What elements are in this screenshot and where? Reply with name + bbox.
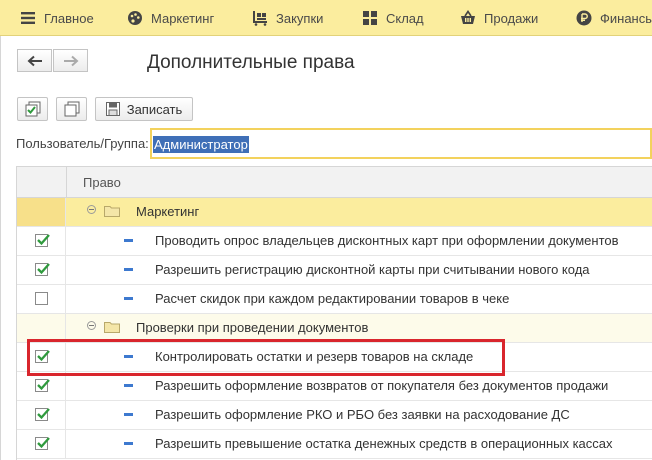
checkmark-icon: [37, 234, 50, 246]
menu-item-main[interactable]: Главное: [20, 0, 94, 36]
uncheck-all-button[interactable]: [56, 97, 87, 121]
top-menu-bar: Главное Маркетинг Закупки Склад Продажи …: [0, 0, 652, 36]
hamburger-icon: [20, 10, 36, 26]
right-item-icon: [124, 413, 133, 416]
column-header-right[interactable]: Право: [83, 175, 121, 190]
right-label: Проводить опрос владельцев дисконтных ка…: [155, 233, 619, 248]
menu-item-label: Продажи: [484, 10, 539, 26]
right-label: Разрешить оформление возвратов от покупа…: [155, 378, 609, 393]
user-group-value: Администратор: [153, 136, 249, 153]
right-item-icon: [124, 268, 133, 271]
uncheck-all-icon: [64, 101, 79, 117]
right-item-icon: [124, 297, 133, 300]
checkmark-icon: [37, 379, 50, 391]
back-button[interactable]: [17, 49, 52, 72]
checkbox-checked[interactable]: [35, 408, 50, 421]
right-label: Разрешить оформление РКО и РБО без заявк…: [155, 407, 570, 422]
arrow-left-icon: [27, 55, 42, 66]
menu-item-label: Склад: [386, 10, 424, 26]
group-label: Проверки при проведении документов: [136, 320, 369, 335]
menu-item-sales[interactable]: Продажи: [460, 0, 538, 36]
column-separator: [66, 167, 67, 198]
menu-item-marketing[interactable]: Маркетинг: [127, 0, 214, 36]
save-button-label: Записать: [126, 101, 183, 117]
right-label: Разрешить превышение остатка денежных ср…: [155, 436, 613, 451]
rights-table: Право Маркетинг Проводить опрос владельц…: [16, 166, 652, 460]
right-label: Расчет скидок при каждом редактировании …: [155, 291, 510, 306]
arrow-right-icon: [63, 55, 78, 66]
table-row[interactable]: Маркетинг: [17, 198, 652, 227]
grid-icon: [362, 10, 378, 26]
collapse-icon[interactable]: [87, 321, 96, 330]
right-item-icon: [124, 442, 133, 445]
ruble-icon: [576, 10, 592, 26]
table-row[interactable]: Расчет скидок при каждом редактировании …: [17, 285, 652, 314]
group-label: Маркетинг: [136, 204, 200, 219]
menu-item-warehouse[interactable]: Склад: [362, 0, 424, 36]
user-group-label: Пользователь/Группа:: [16, 136, 149, 151]
checkmark-icon: [37, 437, 50, 449]
menu-item-label: Финансы: [600, 10, 652, 26]
menu-item-label: Главное: [44, 10, 94, 26]
check-all-icon: [25, 101, 40, 117]
checkmark-icon: [37, 263, 50, 275]
menu-item-purchases[interactable]: Закупки: [252, 0, 323, 36]
basket-icon: [460, 10, 476, 26]
trolley-icon: [252, 10, 268, 26]
right-item-icon: [124, 384, 133, 387]
checkmark-icon: [37, 408, 50, 420]
table-row[interactable]: Проводить опрос владельцев дисконтных ка…: [17, 227, 652, 256]
menu-item-label: Закупки: [276, 10, 324, 26]
table-row[interactable]: Разрешить оформление возвратов от покупа…: [17, 372, 652, 401]
floppy-disk-icon: [105, 102, 120, 116]
checkbox-checked[interactable]: [35, 234, 50, 247]
checkbox-checked[interactable]: [35, 263, 50, 276]
checkbox-unchecked[interactable]: [35, 292, 48, 305]
folder-icon: [104, 205, 120, 217]
check-all-button[interactable]: [17, 97, 48, 121]
checkbox-checked[interactable]: [35, 379, 50, 392]
highlight-annotation-box: [27, 339, 505, 376]
right-item-icon: [124, 239, 133, 242]
palette-icon: [127, 10, 143, 26]
page-title: Дополнительные права: [147, 52, 355, 73]
menu-item-label: Маркетинг: [151, 10, 215, 26]
save-button[interactable]: Записать: [95, 97, 193, 121]
folder-icon: [104, 321, 120, 333]
menu-item-finance[interactable]: Финансы: [576, 0, 652, 36]
table-row[interactable]: Разрешить оформление РКО и РБО без заявк…: [17, 401, 652, 430]
table-row[interactable]: Разрешить превышение остатка денежных ср…: [17, 430, 652, 459]
user-group-input[interactable]: Администратор: [150, 128, 652, 159]
right-label: Разрешить регистрацию дисконтной карты п…: [155, 262, 590, 277]
table-row[interactable]: Разрешить регистрацию дисконтной карты п…: [17, 256, 652, 285]
forward-button[interactable]: [53, 49, 88, 72]
checkbox-checked[interactable]: [35, 437, 50, 450]
table-header: Право: [17, 167, 652, 198]
collapse-icon[interactable]: [87, 205, 96, 214]
